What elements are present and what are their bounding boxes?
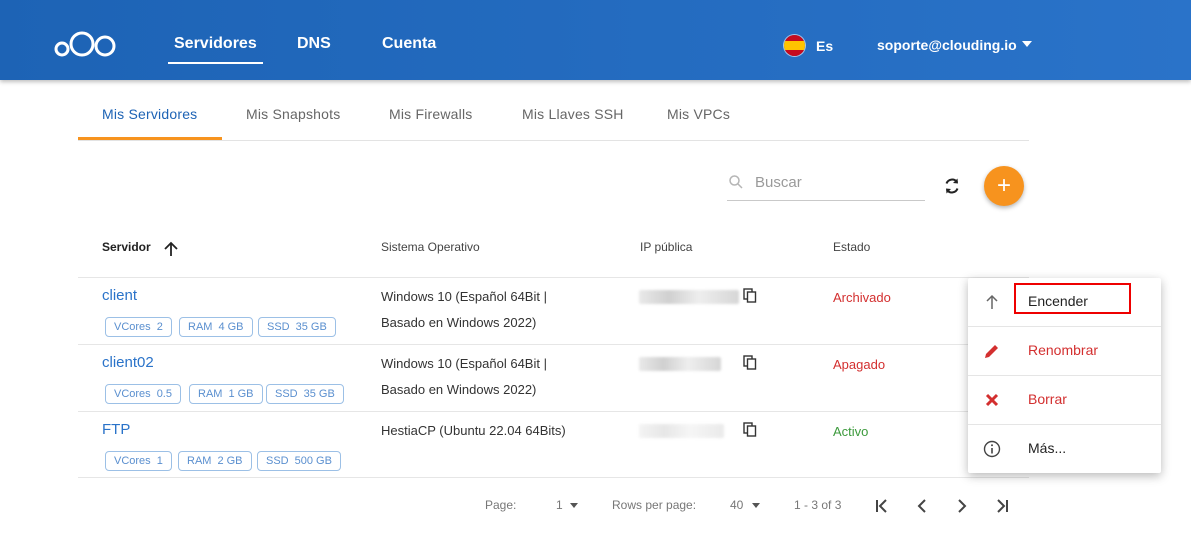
ip-address-redacted: [639, 357, 721, 371]
search-input[interactable]: [755, 170, 923, 194]
nav-cuenta[interactable]: Cuenta: [382, 35, 436, 53]
tab-mis-snapshots[interactable]: Mis Snapshots: [246, 106, 340, 122]
refresh-icon[interactable]: [941, 175, 963, 197]
os-text: Windows 10 (Español 64Bit | Basado en Win…: [381, 356, 547, 397]
server-name-link[interactable]: client02: [102, 354, 154, 371]
menu-item-label: Renombrar: [1028, 342, 1099, 358]
nav-servidores[interactable]: Servidores: [168, 35, 263, 64]
page-select[interactable]: 1: [556, 498, 563, 512]
page-label: Page:: [485, 498, 517, 512]
section-tabs: Mis Servidores Mis Snapshots Mis Firewal…: [78, 96, 1029, 141]
row-divider: [78, 411, 1029, 412]
close-icon: [985, 393, 999, 407]
status-badge: Activo: [833, 424, 869, 439]
next-page-icon[interactable]: [952, 496, 972, 516]
status-badge: Apagado: [833, 357, 886, 372]
os-text: HestiaCP (Ubuntu 22.04 64Bits): [381, 423, 566, 438]
copy-icon[interactable]: [743, 422, 757, 438]
column-header-estado: Estado: [833, 240, 871, 254]
chip-ssd: SSD 35 GB: [258, 317, 336, 337]
previous-page-icon[interactable]: [912, 496, 932, 516]
row-divider: [78, 277, 1029, 278]
os-text: Windows 10 (Español 64Bit | Basado en Win…: [381, 289, 547, 330]
chip-ssd: SSD 35 GB: [266, 384, 344, 404]
column-header-servidor[interactable]: Servidor: [102, 240, 151, 254]
search-box: [727, 168, 925, 201]
column-header-sistema-operativo: Sistema Operativo: [381, 240, 480, 254]
search-icon: [729, 175, 743, 189]
chip-vcores: VCores 0.5: [105, 384, 181, 404]
spain-flag-icon[interactable]: [784, 35, 805, 56]
ip-address-redacted: [639, 424, 724, 438]
chevron-down-icon[interactable]: [570, 503, 578, 508]
nav-dns[interactable]: DNS: [297, 35, 331, 53]
server-name-link[interactable]: FTP: [102, 421, 130, 438]
info-icon: [983, 440, 1001, 458]
arrow-up-icon: [986, 294, 998, 309]
pencil-icon: [985, 345, 998, 358]
chip-ssd: SSD 500 GB: [257, 451, 341, 471]
ip-address-redacted: [639, 290, 739, 304]
copy-icon[interactable]: [743, 288, 757, 304]
tab-mis-servidores[interactable]: Mis Servidores: [102, 106, 197, 122]
column-header-ip-publica: IP pública: [640, 240, 693, 254]
tab-mis-firewalls[interactable]: Mis Firewalls: [389, 106, 473, 122]
chip-vcores: VCores 1: [105, 451, 172, 471]
chevron-down-icon[interactable]: [1022, 41, 1032, 47]
tab-mis-llaves-ssh[interactable]: Mis Llaves SSH: [522, 106, 624, 122]
chip-vcores: VCores 2: [105, 317, 172, 337]
server-name-link[interactable]: client: [102, 287, 137, 304]
menu-item-renombrar[interactable]: Renombrar: [968, 327, 1161, 376]
menu-item-borrar[interactable]: Borrar: [968, 376, 1161, 425]
row-divider: [78, 344, 1029, 345]
arrow-up-sort-icon[interactable]: [162, 240, 180, 258]
chip-ram: RAM 4 GB: [179, 317, 253, 337]
rows-per-page-select[interactable]: 40: [730, 498, 743, 512]
highlight-annotation-box: [1014, 283, 1131, 314]
rows-per-page-label: Rows per page:: [612, 498, 697, 512]
pagination-range: 1 - 3 of 3: [794, 498, 842, 512]
first-page-icon[interactable]: [872, 496, 892, 516]
chevron-down-icon[interactable]: [752, 503, 760, 508]
chip-ram: RAM 2 GB: [178, 451, 252, 471]
menu-item-label: Borrar: [1028, 391, 1067, 407]
language-selector[interactable]: Es: [816, 38, 833, 54]
top-header: Servidores DNS Cuenta Es soporte@cloudin…: [0, 0, 1191, 80]
add-server-button[interactable]: +: [984, 166, 1024, 206]
chip-ram: RAM 1 GB: [189, 384, 263, 404]
last-page-icon[interactable]: [992, 496, 1012, 516]
row-divider: [78, 477, 1029, 478]
account-menu[interactable]: soporte@clouding.io: [877, 37, 1017, 53]
menu-item-mas[interactable]: Más...: [968, 425, 1161, 474]
tab-mis-vpcs[interactable]: Mis VPCs: [667, 106, 730, 122]
copy-icon[interactable]: [743, 355, 757, 371]
menu-item-label: Más...: [1028, 440, 1067, 456]
active-tab-indicator: [78, 137, 222, 140]
clouding-logo-icon[interactable]: [53, 30, 119, 60]
status-badge: Archivado: [833, 290, 891, 305]
